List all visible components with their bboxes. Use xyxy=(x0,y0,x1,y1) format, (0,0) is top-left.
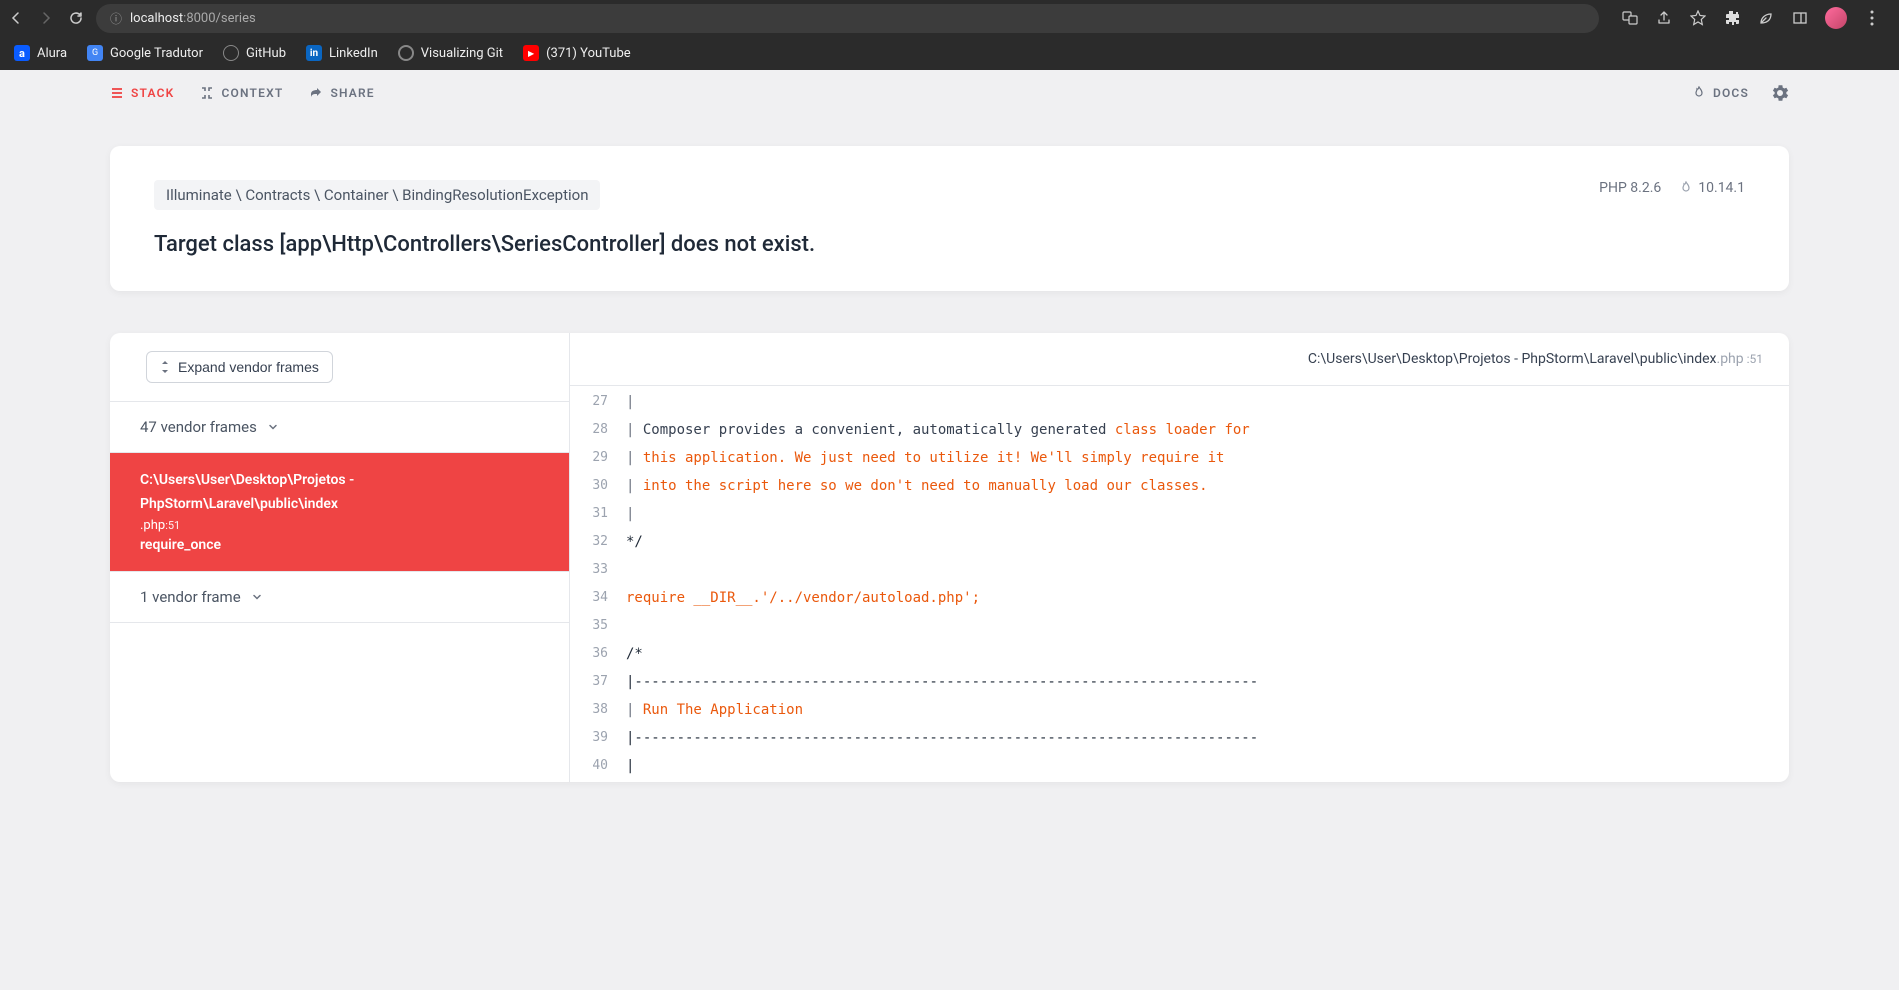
back-button[interactable] xyxy=(8,10,24,26)
code-line: 37|-------------------------------------… xyxy=(570,668,1789,696)
share-arrow-icon xyxy=(309,86,323,100)
expand-icon xyxy=(160,360,170,374)
code-line: 27| xyxy=(570,388,1789,416)
bookmark-github[interactable]: GitHub xyxy=(223,45,286,61)
bookmark-alura[interactable]: a Alura xyxy=(14,45,67,61)
github-icon xyxy=(223,45,239,61)
url-text: localhost:8000/series xyxy=(130,11,256,26)
share-icon[interactable] xyxy=(1655,9,1673,27)
code-line: 39|-------------------------------------… xyxy=(570,724,1789,752)
nav-context[interactable]: CONTEXT xyxy=(200,86,283,100)
forward-button[interactable] xyxy=(38,10,54,26)
site-info-icon: ⓘ xyxy=(110,10,122,27)
code-line: 40| xyxy=(570,752,1789,780)
code-line: 38| Run The Application xyxy=(570,696,1789,724)
google-translate-icon: G xyxy=(87,45,103,61)
menu-icon[interactable] xyxy=(1863,9,1881,27)
address-bar[interactable]: ⓘ localhost:8000/series xyxy=(96,4,1599,33)
fire-icon xyxy=(1692,86,1706,100)
error-card: Illuminate \ Contracts \ Container \ Bin… xyxy=(110,146,1789,291)
nav-stack[interactable]: STACK xyxy=(110,86,174,100)
code-line: 34require __DIR__.'/../vendor/autoload.p… xyxy=(570,584,1789,612)
php-version: PHP 8.2.6 xyxy=(1599,180,1661,196)
gear-icon xyxy=(1771,84,1789,102)
youtube-icon: ▶ xyxy=(523,45,539,61)
bookmark-linkedin[interactable]: in LinkedIn xyxy=(306,45,378,61)
stack-icon xyxy=(110,86,124,100)
nav-share[interactable]: SHARE xyxy=(309,86,374,100)
linkedin-icon: in xyxy=(306,45,322,61)
code-panel: C:\Users\User\Desktop\Projetos - PhpStor… xyxy=(570,333,1789,782)
code-line: 36/* xyxy=(570,640,1789,668)
leaf-icon[interactable] xyxy=(1757,9,1775,27)
visualizing-git-icon xyxy=(398,45,414,61)
chevron-down-icon xyxy=(251,591,263,603)
extensions-icon[interactable] xyxy=(1723,9,1741,27)
docs-link[interactable]: DOCS xyxy=(1692,86,1749,100)
bookmark-youtube[interactable]: ▶ (371) YouTube xyxy=(523,45,631,61)
bookmarks-bar: a Alura G Google Tradutor GitHub in Link… xyxy=(0,36,1899,70)
code-line: 33 xyxy=(570,556,1789,584)
panel-icon[interactable] xyxy=(1791,9,1809,27)
settings-button[interactable] xyxy=(1771,84,1789,102)
code-line: 28| Composer provides a convenient, auto… xyxy=(570,416,1789,444)
frames-sidebar: Expand vendor frames 47 vendor frames C:… xyxy=(110,333,570,782)
translate-icon[interactable] xyxy=(1621,9,1639,27)
code-line: 35 xyxy=(570,612,1789,640)
code-line: 31| xyxy=(570,500,1789,528)
reload-button[interactable] xyxy=(68,10,84,26)
code-lines: 27|28| Composer provides a convenient, a… xyxy=(570,386,1789,782)
code-line: 30| into the script here so we don't nee… xyxy=(570,472,1789,500)
context-icon xyxy=(200,86,214,100)
star-icon[interactable] xyxy=(1689,9,1707,27)
code-line: 29| this application. We just need to ut… xyxy=(570,444,1789,472)
error-message: Target class [app\Http\Controllers\Serie… xyxy=(154,232,1745,257)
code-file-path: C:\Users\User\Desktop\Projetos - PhpStor… xyxy=(570,333,1789,386)
active-stack-frame[interactable]: C:\Users\User\Desktop\Projetos - PhpStor… xyxy=(110,453,569,571)
laravel-version: 10.14.1 xyxy=(1679,180,1745,196)
vendor-frame-after[interactable]: 1 vendor frame xyxy=(110,571,569,623)
bookmark-google-tradutor[interactable]: G Google Tradutor xyxy=(87,45,203,61)
avatar[interactable] xyxy=(1825,7,1847,29)
exception-class: Illuminate \ Contracts \ Container \ Bin… xyxy=(154,180,600,210)
chevron-down-icon xyxy=(267,421,279,433)
alura-icon: a xyxy=(14,45,30,61)
code-line: 32*/ xyxy=(570,528,1789,556)
expand-vendor-button[interactable]: Expand vendor frames xyxy=(146,351,333,383)
laravel-icon xyxy=(1679,181,1693,195)
bookmark-visualizing-git[interactable]: Visualizing Git xyxy=(398,45,503,61)
vendor-frames-count[interactable]: 47 vendor frames xyxy=(110,402,569,453)
